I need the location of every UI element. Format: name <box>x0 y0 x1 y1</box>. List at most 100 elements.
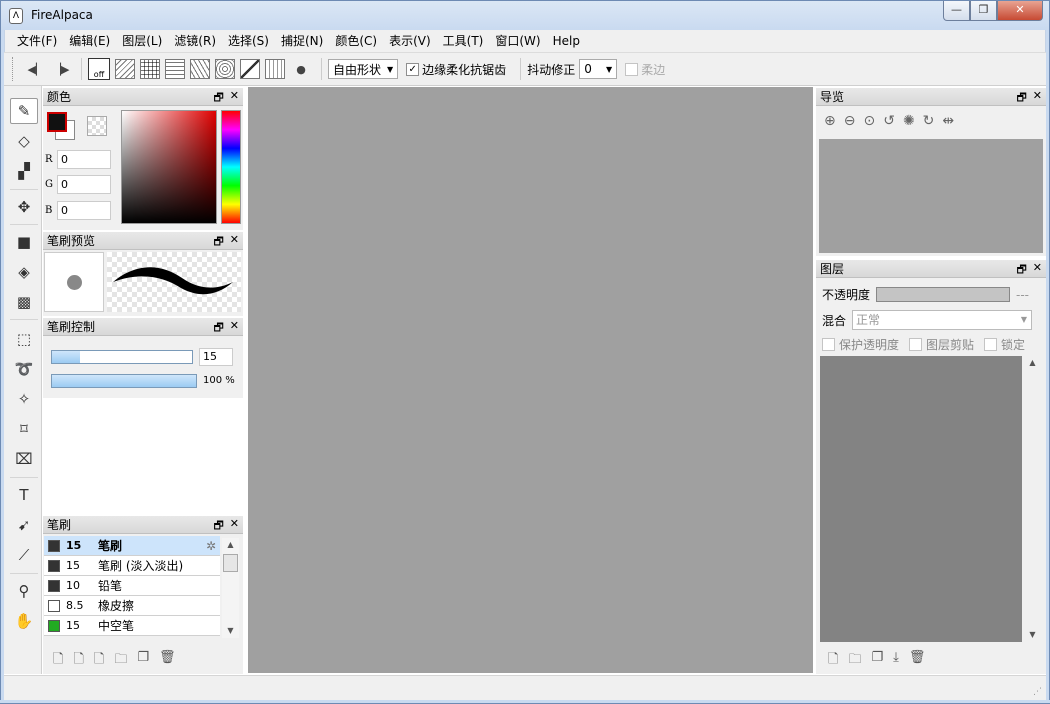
text-tool-icon[interactable]: T <box>10 482 38 508</box>
select-eraser-tool-icon[interactable]: ⌧ <box>10 446 38 472</box>
toolbar-grip[interactable] <box>12 57 15 81</box>
menu-view[interactable]: 表示(V) <box>383 30 437 52</box>
delete-layer-icon[interactable]: 🗑 <box>909 650 926 672</box>
soft-edge-checkbox[interactable] <box>625 62 639 76</box>
menu-filter[interactable]: 滤镜(R) <box>168 30 222 52</box>
maximize-button[interactable]: ❐ <box>970 1 997 21</box>
resize-grip-icon[interactable]: ⋰ <box>1033 687 1042 697</box>
snap-grid-icon[interactable] <box>140 59 160 79</box>
float-icon[interactable]: 🗗 <box>1016 89 1026 108</box>
b-input[interactable]: 0 <box>57 201 111 220</box>
saturation-value-picker[interactable] <box>121 110 217 224</box>
snap-wave-icon[interactable] <box>165 59 185 79</box>
rect-select-tool-icon[interactable]: ⬚ <box>10 326 38 352</box>
divide-tool-icon[interactable]: ⟋ <box>10 542 38 568</box>
layer-opacity-slider[interactable] <box>876 287 1011 302</box>
menu-color[interactable]: 颜色(C) <box>329 30 383 52</box>
transparent-color-swatch[interactable] <box>87 116 107 136</box>
brush-size-input[interactable]: 15 <box>199 348 233 366</box>
menu-select[interactable]: 选择(S) <box>222 30 275 52</box>
float-icon[interactable]: 🗗 <box>1016 261 1026 280</box>
duplicate-brush-icon[interactable]: ❐ <box>137 650 149 672</box>
brush-list-item[interactable]: 15 中空笔 <box>44 616 220 636</box>
magic-wand-tool-icon[interactable]: ✧ <box>10 386 38 412</box>
rotate-left-icon[interactable]: ↺ <box>883 113 895 129</box>
zoom-out-icon[interactable]: ⊖ <box>844 113 856 129</box>
zoom-fit-icon[interactable]: ⊙ <box>863 113 875 129</box>
eyedropper-tool-icon[interactable]: ⚲ <box>10 578 38 604</box>
close-button[interactable]: ✕ <box>997 1 1043 21</box>
snap-curve-icon[interactable] <box>240 59 260 79</box>
blend-mode-select[interactable]: 正常 ▼ <box>852 310 1033 330</box>
lock-checkbox[interactable] <box>984 338 998 351</box>
scroll-down-icon[interactable]: ▼ <box>222 624 239 638</box>
brush-list-item[interactable]: 8.5 橡皮擦 <box>44 596 220 616</box>
brush-list-item[interactable]: 15 笔刷 (淡入淡出) <box>44 556 220 576</box>
flip-horizontal-icon[interactable]: ⇹ <box>942 113 954 129</box>
snap-radial-icon[interactable] <box>190 59 210 79</box>
menu-file[interactable]: 文件(F) <box>11 30 63 52</box>
close-icon[interactable]: ✕ <box>1033 89 1042 108</box>
undo-icon[interactable]: ◀▏ <box>25 58 47 80</box>
brush-folder-icon[interactable]: 🗀 <box>114 650 127 672</box>
menu-layer[interactable]: 图层(L) <box>116 30 168 52</box>
foreground-color-swatch[interactable] <box>47 112 67 132</box>
layer-list-scrollbar[interactable]: ▲ ▼ <box>1024 356 1041 642</box>
scroll-up-icon[interactable]: ▲ <box>1024 356 1041 370</box>
lasso-tool-icon[interactable]: ➰ <box>10 356 38 382</box>
gradient-tool-icon[interactable]: ▩ <box>10 289 38 315</box>
scroll-down-icon[interactable]: ▼ <box>1024 628 1041 642</box>
new-folder-icon[interactable]: 🗀 <box>848 650 861 672</box>
brush-list-item[interactable]: 15 笔刷 ✲ <box>44 536 220 556</box>
select-pen-tool-icon[interactable]: ⌑ <box>10 416 38 442</box>
eraser-tool-icon[interactable]: ◇ <box>10 128 38 154</box>
move-tool-icon[interactable]: ✥ <box>10 194 38 220</box>
merge-down-icon[interactable]: ⤓ <box>893 650 899 672</box>
new-layer-icon[interactable]: 🗋 <box>828 650 838 672</box>
dot-tool-icon[interactable]: ▞ <box>10 158 38 184</box>
brush-opacity-slider[interactable] <box>51 374 197 388</box>
protect-alpha-checkbox[interactable] <box>822 338 835 351</box>
canvas-area[interactable] <box>248 87 813 673</box>
snap-parallel-icon[interactable] <box>115 59 135 79</box>
float-icon[interactable]: 🗗 <box>213 517 223 536</box>
duplicate-layer-icon[interactable]: ❐ <box>871 650 883 672</box>
brush-list-scrollbar[interactable]: ▲ ▼ <box>222 538 239 638</box>
scroll-up-icon[interactable]: ▲ <box>222 538 239 552</box>
close-icon[interactable]: ✕ <box>230 517 239 536</box>
shape-select[interactable]: 自由形状 ▼ <box>328 59 399 79</box>
hue-slider[interactable] <box>221 110 241 224</box>
bucket-tool-icon[interactable]: ◈ <box>10 259 38 285</box>
delete-brush-icon[interactable]: 🗑 <box>159 650 176 672</box>
snap-circle-icon[interactable] <box>215 59 235 79</box>
stabilizer-select[interactable]: 0 ▼ <box>579 59 618 79</box>
brush-edit-icon[interactable]: 🗋 <box>73 650 83 672</box>
close-icon[interactable]: ✕ <box>1033 261 1042 280</box>
hand-tool-icon[interactable]: ✋ <box>10 608 38 634</box>
layer-list[interactable] <box>820 356 1022 642</box>
rotate-right-icon[interactable]: ↻ <box>923 113 935 129</box>
r-input[interactable]: 0 <box>57 150 111 169</box>
minimize-button[interactable]: — <box>943 1 970 21</box>
fill-rect-tool-icon[interactable]: ■ <box>10 229 38 255</box>
g-input[interactable]: 0 <box>57 175 111 194</box>
navigator-preview[interactable] <box>819 139 1043 253</box>
antialias-checkbox[interactable]: ✓ <box>406 62 420 76</box>
clipping-checkbox[interactable] <box>909 338 923 351</box>
operation-tool-icon[interactable]: ➹ <box>10 512 38 538</box>
menu-tools[interactable]: 工具(T) <box>437 30 490 52</box>
scroll-thumb[interactable] <box>223 554 238 572</box>
new-brush-icon[interactable]: 🗋 <box>53 650 63 672</box>
brush-script-icon[interactable]: 🗋 <box>94 650 104 672</box>
brush-size-slider[interactable] <box>51 350 193 364</box>
menu-window[interactable]: 窗口(W) <box>489 30 546 52</box>
menu-snap[interactable]: 捕捉(N) <box>275 30 329 52</box>
menu-edit[interactable]: 编辑(E) <box>63 30 116 52</box>
zoom-in-icon[interactable]: ⊕ <box>824 113 836 129</box>
snap-settings-icon[interactable]: ● <box>290 58 312 80</box>
gear-icon[interactable]: ✲ <box>206 539 216 553</box>
redo-icon[interactable]: ▕▶ <box>50 58 72 80</box>
pen-tool-icon[interactable]: ✎ <box>10 98 38 124</box>
brush-list-item[interactable]: 10 铅笔 <box>44 576 220 596</box>
menu-help[interactable]: Help <box>547 30 586 52</box>
